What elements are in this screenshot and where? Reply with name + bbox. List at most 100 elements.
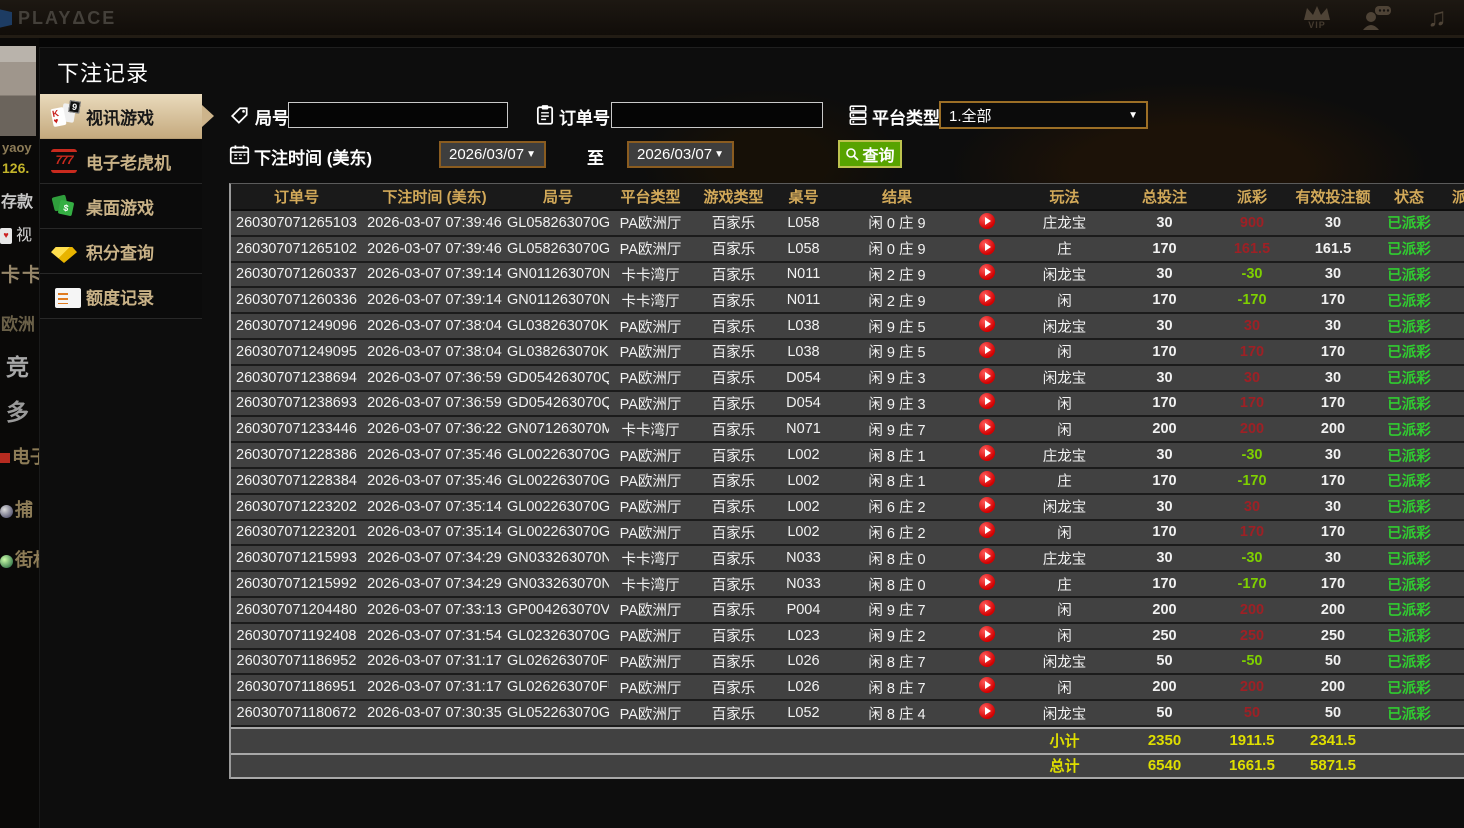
sidebar-item-video-games[interactable]: 9 K ♥ 视讯游戏 (40, 94, 214, 139)
date-from-value: 2026/03/07 (449, 146, 525, 163)
platform-type-select[interactable]: 1.全部 ▼ (939, 101, 1148, 129)
nav-video-games[interactable]: ♥ 视 (0, 221, 32, 245)
cell-round: GL002263070GA (507, 498, 609, 515)
subtotal-payout: 1911.5 (1229, 732, 1275, 750)
cell-result: 闲 8 庄 7 (868, 680, 926, 697)
sidebar-item-quota-records[interactable]: 额度记录 (40, 274, 202, 319)
play-replay-button[interactable] (979, 703, 995, 720)
table-body: 260307071265103 2026-03-07 07:39:46 GL0582… (231, 211, 1464, 727)
cell-result: 闲 2 庄 9 (868, 293, 926, 310)
cell-payout: -170 (1237, 292, 1267, 309)
cell-status: 已派彩 (1387, 474, 1431, 491)
deposit-button[interactable]: 存款 (1, 188, 33, 212)
play-replay-button[interactable] (979, 238, 995, 255)
play-replay-button[interactable] (979, 599, 995, 616)
cell-play-method: 闲 (1057, 603, 1072, 620)
sidebar-item-points-query[interactable]: 积分查询 (40, 229, 202, 274)
date-to-picker[interactable]: 2026/03/07 ▼ (627, 141, 734, 168)
subtotal-row: 小计 2350 1911.5 2341.5 (231, 726, 1464, 753)
play-replay-button[interactable] (979, 445, 995, 462)
cell-game-type: 百家乐 (711, 654, 756, 671)
cell-play-method: 庄龙宝 (1042, 551, 1087, 568)
cell-valid-bet: 170 (1320, 343, 1346, 360)
play-replay-button[interactable] (979, 419, 995, 436)
play-replay-button[interactable] (979, 574, 995, 591)
sidebar-item-table-games[interactable]: $ 桌面游戏 (40, 184, 202, 229)
search-icon (846, 147, 860, 161)
cell-round: GL002263070GB (507, 472, 609, 489)
column-header: 派彩 (1236, 189, 1267, 206)
quota-document-icon (55, 288, 81, 308)
order-number-input[interactable] (611, 102, 823, 128)
nav-fishing[interactable]: 捕 (0, 496, 33, 522)
cell-valid-bet: 50 (1324, 705, 1342, 722)
nav-arcade[interactable]: 街机 (0, 546, 39, 572)
cell-status: 已派彩 (1387, 603, 1431, 620)
play-replay-button[interactable] (979, 212, 995, 229)
play-replay-button[interactable] (979, 677, 995, 694)
play-replay-button[interactable] (979, 470, 995, 487)
cell-order: 260307071265103 (236, 214, 357, 231)
cell-valid-bet: 161.5 (1314, 240, 1352, 257)
cell-total-bet: 170 (1152, 524, 1177, 541)
music-button[interactable]: ♫ (1418, 4, 1456, 31)
top-bar: PLAYΔCE VIP ♫ (0, 0, 1464, 38)
vip-button[interactable]: VIP (1298, 4, 1336, 30)
customer-service-button[interactable] (1358, 4, 1396, 30)
play-replay-button[interactable] (979, 290, 995, 307)
sidebar-item-slots[interactable]: 777 电子老虎机 (40, 139, 202, 184)
cell-status: 已派彩 (1387, 293, 1431, 310)
nav-electronic-games[interactable]: 电子 (0, 443, 39, 469)
cell-valid-bet: 30 (1324, 550, 1342, 567)
table-row: 260307071192408 2026-03-07 07:31:54 GL0232… (231, 623, 1464, 650)
play-replay-button[interactable] (979, 651, 995, 668)
cell-platform: PA欧洲厅 (619, 242, 682, 259)
sidebar-item-label: 视讯游戏 (86, 108, 154, 128)
cell-game-type: 百家乐 (711, 577, 756, 594)
cell-total-bet: 50 (1156, 653, 1173, 670)
play-replay-button[interactable] (979, 316, 995, 333)
query-button[interactable]: 查询 (838, 140, 902, 168)
play-replay-button[interactable] (979, 548, 995, 565)
cell-game-type: 百家乐 (711, 706, 756, 723)
play-replay-button[interactable] (979, 367, 995, 384)
cell-time: 2026-03-07 07:33:13 (367, 601, 502, 618)
cell-result: 闲 8 庄 0 (868, 551, 926, 568)
round-number-input[interactable] (288, 102, 508, 128)
nav-europe-hall[interactable]: 欧洲 (1, 310, 35, 335)
cell-round: GN033263070NB (507, 550, 609, 567)
cell-result: 闲 8 庄 7 (868, 654, 926, 671)
cell-total-bet: 50 (1156, 705, 1173, 722)
date-from-picker[interactable]: 2026/03/07 ▼ (439, 141, 546, 168)
table-row: 260307071249096 2026-03-07 07:38:04 GL0382… (231, 314, 1464, 340)
cell-order: 260307071223202 (236, 498, 357, 515)
user-avatar[interactable] (0, 46, 36, 136)
nav-jing[interactable]: 竞 (6, 348, 29, 382)
cell-total-bet: 30 (1156, 550, 1173, 567)
cell-play-method: 闲 (1057, 680, 1072, 697)
play-replay-button[interactable] (979, 264, 995, 281)
table-row: 260307071186951 2026-03-07 07:31:17 GL0262… (231, 675, 1464, 702)
cell-round: GL002263070GB (507, 447, 609, 464)
cell-status: 已派彩 (1387, 577, 1431, 594)
table-row: 260307071215992 2026-03-07 07:34:29 GN0332… (231, 572, 1464, 598)
nav-kaka-hall[interactable]: 卡卡 (1, 260, 39, 287)
logo-text: PLAYΔCE (18, 8, 117, 28)
subtotal-label: 小计 (1049, 733, 1080, 751)
play-replay-button[interactable] (979, 496, 995, 513)
cell-game-type: 百家乐 (711, 242, 756, 259)
cell-order: 260307071180672 (236, 705, 357, 722)
cell-valid-bet: 250 (1320, 627, 1346, 644)
cell-platform: PA欧洲厅 (619, 396, 682, 413)
nav-duo[interactable]: 多 (6, 393, 29, 427)
platform-type-label: 平台类型 (872, 109, 940, 128)
cell-table: D054 (786, 369, 821, 386)
play-replay-button[interactable] (979, 341, 995, 358)
cell-result: 闲 8 庄 0 (868, 577, 926, 594)
cell-round: GL058263070GM (507, 240, 609, 257)
play-replay-button[interactable] (979, 625, 995, 642)
play-replay-button[interactable] (979, 522, 995, 539)
column-header: 局号 (542, 189, 573, 206)
play-replay-button[interactable] (979, 393, 995, 410)
cell-table: N033 (786, 576, 821, 593)
